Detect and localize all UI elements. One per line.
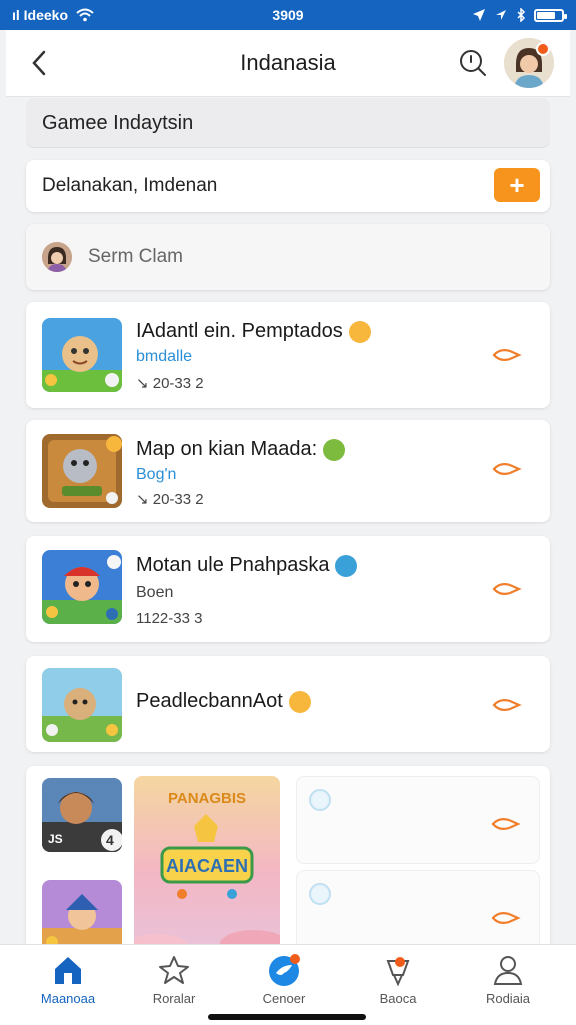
tab-favorites[interactable]: Roralar	[124, 953, 224, 1006]
item-title-text: Motan ule Pnahpaska	[136, 554, 330, 576]
user-avatar-icon	[42, 242, 72, 272]
tab-profile[interactable]: Rodiaia	[458, 953, 558, 1006]
emoji-icon	[335, 554, 358, 577]
featured-game-card[interactable]: PANAGBIS AIACAEN	[134, 776, 280, 952]
grid-slot[interactable]	[296, 776, 540, 864]
thumb-label: JS	[48, 832, 63, 846]
game-thumbnail	[42, 318, 122, 392]
clock: 3909	[272, 7, 304, 23]
grid-thumbnail[interactable]: JS 4	[42, 778, 122, 852]
search-avatar	[42, 242, 72, 272]
games-category-bar[interactable]: Gamee Indaytsin	[26, 98, 550, 148]
arrow-right-icon[interactable]	[491, 815, 521, 833]
add-button[interactable]: +	[494, 168, 540, 202]
featured-main-label: AIACAEN	[165, 856, 248, 876]
search-bar	[26, 224, 550, 290]
game-thumbnail	[42, 550, 122, 624]
grid-thumbnail[interactable]	[42, 880, 122, 954]
tab-label: Maanoaa	[40, 991, 96, 1006]
emoji-icon	[323, 438, 346, 461]
featured-grid: JS 4 PANAGBIS AIACAEN	[26, 766, 550, 956]
tab-badges[interactable]: Baoca	[348, 953, 448, 1006]
tab-label: Cenoer	[262, 991, 306, 1006]
app-header: Indanasia	[6, 30, 570, 97]
back-button[interactable]	[22, 46, 56, 80]
add-row-label: Delanakan, Imdenan	[42, 175, 218, 196]
bluetooth-icon	[517, 8, 526, 22]
tab-home[interactable]: Maanoaa	[18, 953, 118, 1006]
games-category-label: Gamee Indaytsin	[42, 111, 194, 134]
emoji-icon	[288, 690, 311, 713]
home-icon	[55, 957, 81, 984]
game-art-image	[42, 880, 122, 954]
item-title-text: Map on kian Maada:	[136, 438, 318, 460]
tab-label: Rodiaia	[485, 991, 531, 1006]
list-item[interactable]: Motan ule Pnahpaska Boen 1122-33 3	[26, 536, 550, 642]
chevron-left-icon	[32, 50, 46, 76]
item-meta: 1122-33 3	[136, 610, 203, 627]
loading-ring-icon	[309, 789, 331, 811]
search-input[interactable]	[86, 245, 490, 269]
carrier-label: ıl Ideeko	[12, 7, 69, 23]
home-indicator[interactable]	[208, 1014, 366, 1020]
game-thumbnail	[42, 668, 122, 742]
game-art-image	[42, 318, 122, 392]
game-thumbnail	[42, 434, 122, 508]
arrow-right-icon[interactable]	[492, 346, 522, 364]
item-subtitle[interactable]: bmdalle	[136, 348, 192, 366]
badge-icon	[386, 957, 410, 987]
plus-icon: +	[509, 169, 525, 200]
search-button[interactable]	[458, 48, 488, 78]
list-item[interactable]: Map on kian Maada: Bog'n ↘ 20-33 2	[26, 420, 550, 522]
item-title: Map on kian Maada:	[136, 438, 346, 461]
navigation-icon	[496, 10, 506, 20]
item-meta: ↘ 20-33 2	[136, 375, 204, 392]
wifi-icon	[76, 8, 94, 22]
notification-dot	[536, 42, 550, 56]
star-icon	[159, 956, 189, 984]
arrow-right-icon[interactable]	[492, 580, 522, 598]
tab-center[interactable]: Cenoer	[234, 953, 334, 1006]
status-bar: ıl Ideeko 3909	[0, 0, 576, 30]
game-art-image	[42, 550, 122, 624]
location-icon	[473, 9, 485, 21]
arrow-right-icon[interactable]	[491, 909, 521, 927]
tab-label: Baoca	[379, 991, 417, 1006]
battery-icon	[534, 8, 567, 22]
item-title: Motan ule Pnahpaska	[136, 554, 358, 577]
add-row: Delanakan, Imdenan +	[26, 160, 550, 212]
emoji-icon	[348, 320, 371, 343]
avatar[interactable]	[504, 38, 554, 88]
item-title: IAdantl ein. Pemptados	[136, 320, 371, 343]
item-title-text: PeadlecbannAot	[136, 690, 283, 712]
thumb-badge: 4	[106, 832, 114, 848]
search-icon	[460, 50, 486, 76]
list-item[interactable]: PeadlecbannAot	[26, 656, 550, 752]
loading-ring-icon	[309, 883, 331, 905]
game-art-image	[42, 668, 122, 742]
arrow-right-icon[interactable]	[492, 696, 522, 714]
item-subtitle: Boen	[136, 584, 174, 601]
arrow-right-icon[interactable]	[492, 460, 522, 478]
person-icon	[493, 956, 523, 985]
item-subtitle[interactable]: Bog'n	[136, 466, 176, 484]
bottom-tab-bar: Maanoaa Roralar Cenoer Baoca Rodiaia	[0, 944, 576, 1025]
bird-icon	[269, 954, 300, 986]
item-meta: ↘ 20-33 2	[136, 491, 204, 508]
item-title: PeadlecbannAot	[136, 690, 311, 713]
item-title-text: IAdantl ein. Pemptados	[136, 320, 343, 342]
tab-label: Roralar	[152, 991, 196, 1006]
game-art-image	[42, 434, 122, 508]
list-item[interactable]: IAdantl ein. Pemptados bmdalle ↘ 20-33 2	[26, 302, 550, 408]
